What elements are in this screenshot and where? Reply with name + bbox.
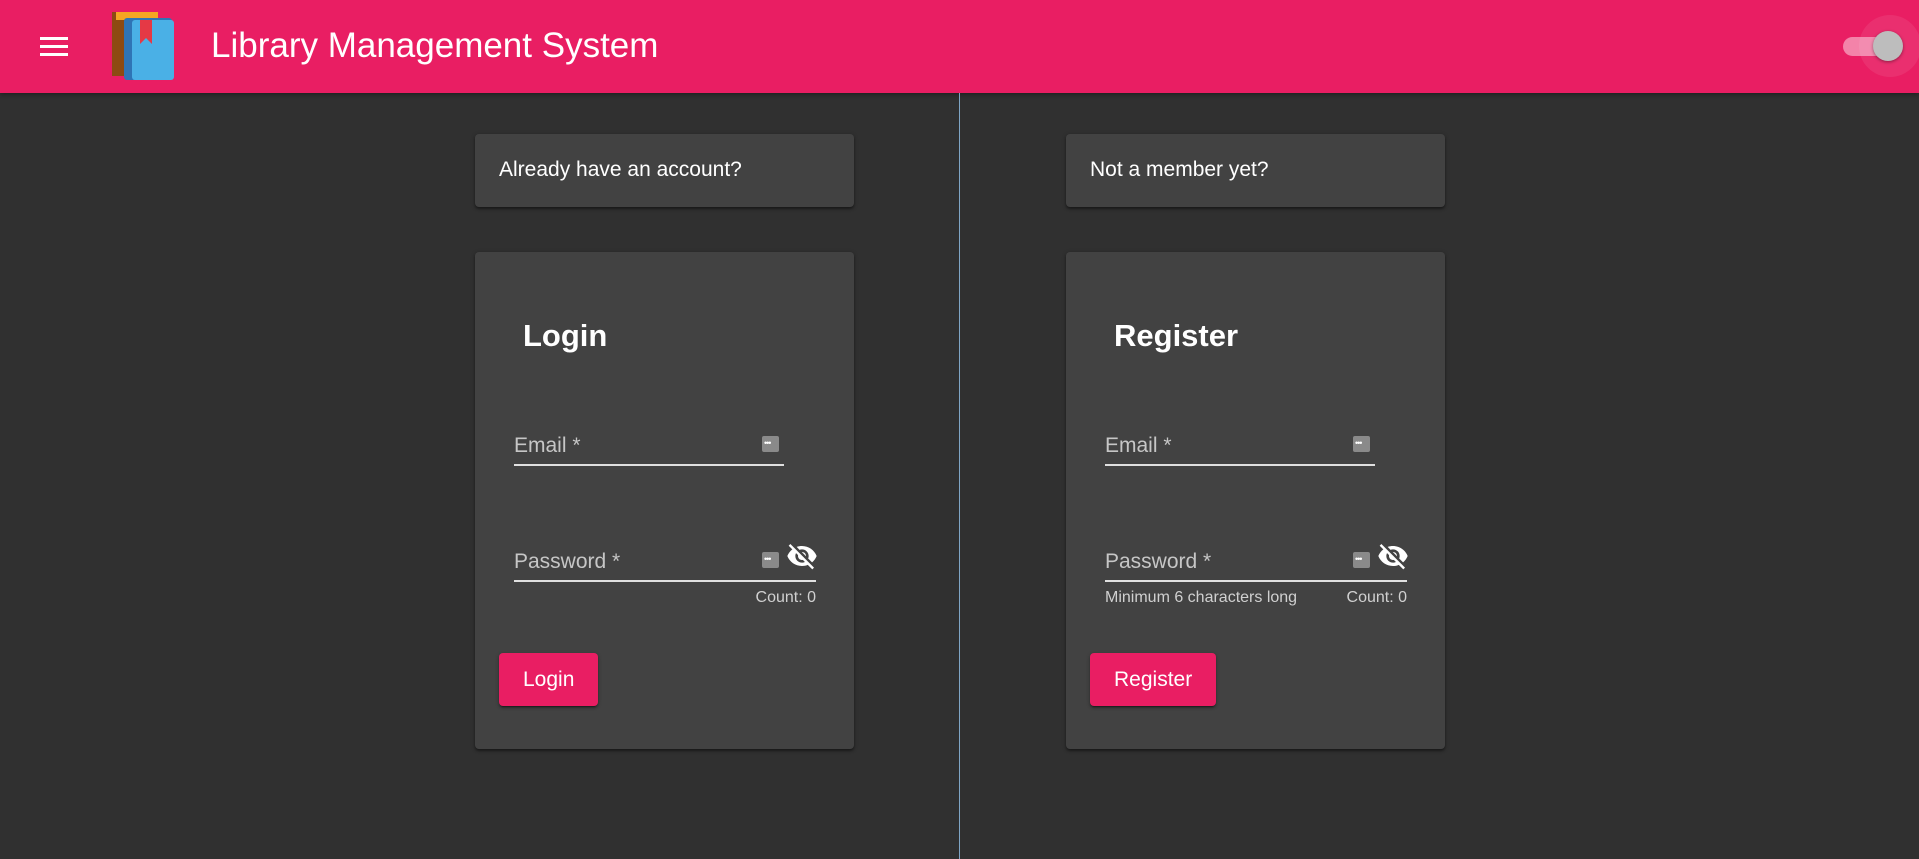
login-form-card: Login Email * Password * Count: 0 Login [475,252,854,749]
theme-toggle[interactable] [1841,15,1919,77]
login-email-field[interactable]: Email * [514,424,784,466]
login-password-label: Password * [514,550,621,573]
vertical-divider [959,93,960,859]
autofill-key-icon[interactable] [762,552,779,568]
app-title: Library Management System [211,26,659,65]
menu-icon-bar-top [40,37,68,40]
register-password-count: Count: 0 [1346,589,1407,606]
login-prompt-card: Already have an account? [475,134,854,207]
register-title: Register [1114,318,1239,353]
autofill-key-icon[interactable] [762,436,779,452]
login-button[interactable]: Login [499,653,599,706]
login-prompt-text: Already have an account? [499,158,742,181]
login-password-count: Count: 0 [755,589,816,606]
menu-icon-bar-middle [40,45,68,48]
register-button[interactable]: Register [1090,653,1217,706]
menu-button[interactable] [30,28,78,66]
login-password-field[interactable]: Password * [514,540,818,582]
autofill-key-icon[interactable] [1353,436,1370,452]
register-password-field[interactable]: Password * [1105,540,1409,582]
autofill-key-icon[interactable] [1353,552,1370,568]
visibility-off-icon[interactable] [786,540,818,572]
register-prompt-card: Not a member yet? [1066,134,1445,207]
register-form-card: Register Email * Password * Minimum 6 ch… [1066,252,1445,749]
login-email-label: Email * [514,434,581,457]
register-password-label: Password * [1105,550,1212,573]
register-prompt-text: Not a member yet? [1090,158,1269,181]
login-title: Login [523,318,608,353]
menu-icon-bar-bottom [40,53,68,56]
visibility-off-icon[interactable] [1377,540,1409,572]
toggle-thumb[interactable] [1873,31,1903,61]
top-toolbar: Library Management System [0,0,1919,93]
register-email-field[interactable]: Email * [1105,424,1375,466]
register-email-label: Email * [1105,434,1172,457]
book-logo-icon [112,12,174,80]
register-password-hint: Minimum 6 characters long [1105,589,1298,606]
